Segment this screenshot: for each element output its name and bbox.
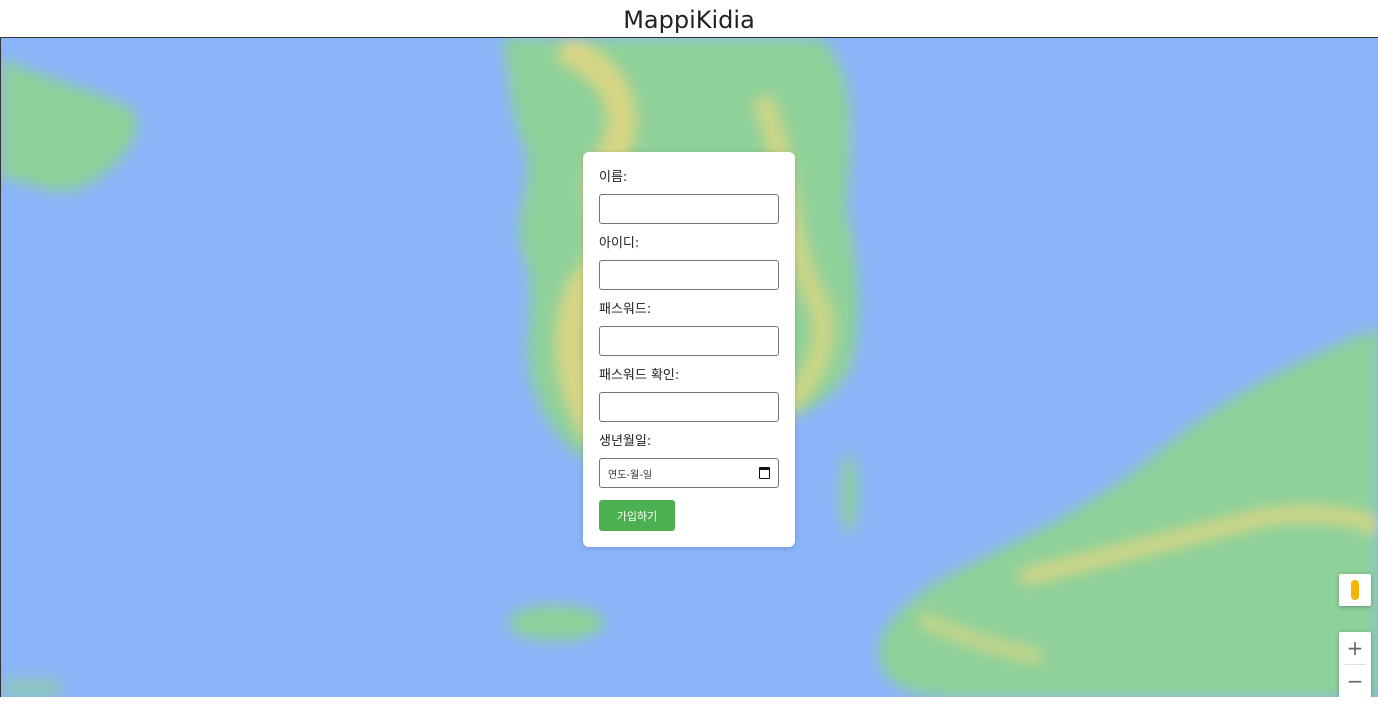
birthdate-field-group: 생년월일: 연도-월-일: [599, 432, 779, 488]
app-title: MappiKidia: [623, 6, 755, 34]
password-label: 패스워드:: [599, 302, 652, 317]
password-field-group: 패스워드:: [599, 300, 779, 356]
calendar-icon[interactable]: [759, 467, 770, 479]
password-input[interactable]: [599, 326, 779, 356]
password-confirm-input[interactable]: [599, 392, 779, 422]
id-label: 아이디:: [599, 236, 640, 251]
birthdate-placeholder: 연도-월-일: [608, 469, 653, 481]
birthdate-input[interactable]: 연도-월-일: [599, 458, 779, 488]
birthdate-label: 생년월일:: [599, 434, 652, 449]
name-input[interactable]: [599, 194, 779, 224]
pegman-icon: [1351, 580, 1359, 600]
street-view-button[interactable]: [1339, 574, 1371, 606]
signup-form: 이름: 아이디: 패스워드: 패스워드 확인: 생년월일: 연도-월-일 가입하…: [583, 152, 795, 547]
password-confirm-label: 패스워드 확인:: [599, 368, 680, 383]
zoom-out-button[interactable]: −: [1339, 665, 1371, 697]
name-label: 이름:: [599, 170, 628, 185]
zoom-control: + −: [1339, 632, 1371, 697]
signup-button[interactable]: 가입하기: [599, 500, 675, 531]
id-field-group: 아이디:: [599, 234, 779, 290]
name-field-group: 이름:: [599, 168, 779, 224]
zoom-in-button[interactable]: +: [1339, 632, 1371, 664]
password-confirm-field-group: 패스워드 확인:: [599, 366, 779, 422]
id-input[interactable]: [599, 260, 779, 290]
